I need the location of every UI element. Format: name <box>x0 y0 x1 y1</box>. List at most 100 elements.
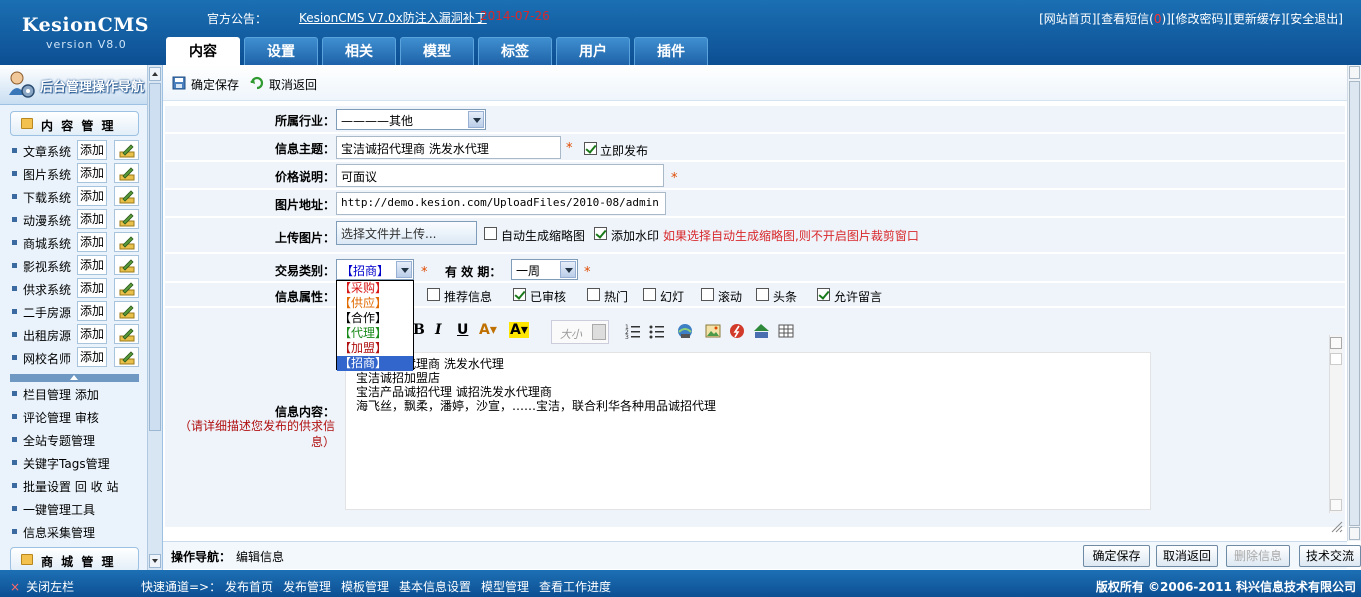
add-button[interactable]: 添加 <box>77 232 107 252</box>
add-button[interactable]: 添加 <box>77 301 107 321</box>
sidebar-item[interactable]: 供求系统 添加 <box>10 278 140 299</box>
attribute-checkbox[interactable] <box>756 288 769 301</box>
scroll-up-button[interactable] <box>1349 66 1360 79</box>
sidebar-item[interactable]: 文章系统 添加 <box>10 140 140 161</box>
editor-scrollbar[interactable] <box>1329 335 1343 513</box>
trade-option[interactable]: 【采购】 <box>337 281 413 296</box>
unordered-list-icon[interactable] <box>649 323 665 339</box>
scroll-down-button[interactable] <box>1349 527 1360 540</box>
scroll-up-button[interactable] <box>149 67 161 81</box>
announcement-link[interactable]: KesionCMS V7.0x防注入漏洞补丁 <box>299 9 487 26</box>
section-content-management[interactable]: 内 容 管 理 <box>10 111 139 136</box>
sidebar-item[interactable]: 出租房源 添加 <box>10 324 140 345</box>
add-button[interactable]: 添加 <box>77 255 107 275</box>
italic-button[interactable]: I <box>435 322 442 338</box>
quick-link[interactable]: 查看工作进度 <box>539 580 611 594</box>
subject-input[interactable]: 宝洁诚招代理商 洗发水代理 <box>336 136 561 159</box>
bottom-save-button[interactable]: 确定保存 <box>1083 545 1150 567</box>
media-icon[interactable] <box>753 323 770 339</box>
price-input[interactable]: 可面议 <box>336 164 664 187</box>
resize-handle-icon[interactable] <box>1329 519 1343 533</box>
add-button[interactable]: 添加 <box>77 209 107 229</box>
sidebar-item[interactable]: 影视系统 添加 <box>10 255 140 276</box>
edit-button[interactable] <box>114 347 139 367</box>
publish-now-checkbox[interactable] <box>584 142 597 155</box>
add-button[interactable]: 添加 <box>77 278 107 298</box>
section-shop-management[interactable]: 商 城 管 理 <box>10 547 139 572</box>
edit-button[interactable] <box>114 255 139 275</box>
quick-link[interactable]: 发布首页 <box>225 580 273 594</box>
scroll-thumb[interactable] <box>1349 81 1360 526</box>
image-url-input[interactable]: http://demo.kesion.com/UploadFiles/2010-… <box>336 192 666 215</box>
sidebar-item[interactable]: 动漫系统 添加 <box>10 209 140 230</box>
delete-info-button[interactable]: 删除信息 <box>1226 545 1290 567</box>
sidebar-item[interactable]: 二手房源 添加 <box>10 301 140 322</box>
trade-option[interactable]: 【招商】 <box>337 356 413 371</box>
trade-option[interactable]: 【代理】 <box>337 326 413 341</box>
upload-button[interactable]: 选择文件并上传... <box>336 221 477 245</box>
tab-labels[interactable]: 标签 <box>478 37 552 65</box>
quick-link[interactable]: 模板管理 <box>341 580 389 594</box>
quick-link[interactable]: 基本信息设置 <box>399 580 471 594</box>
attribute-checkbox[interactable] <box>427 288 440 301</box>
scroll-thumb[interactable] <box>1330 353 1342 365</box>
attribute-checkbox[interactable] <box>513 288 526 301</box>
trade-option[interactable]: 【供应】 <box>337 296 413 311</box>
trade-option[interactable]: 【加盟】 <box>337 341 413 356</box>
watermark-checkbox[interactable] <box>594 227 607 240</box>
add-button[interactable]: 添加 <box>77 163 107 183</box>
bottom-cancel-button[interactable]: 取消返回 <box>1156 545 1218 567</box>
edit-button[interactable] <box>114 324 139 344</box>
tab-settings[interactable]: 设置 <box>244 37 318 65</box>
tab-users[interactable]: 用户 <box>556 37 630 65</box>
font-color-button[interactable]: A▾ <box>479 322 497 338</box>
add-button[interactable]: 添加 <box>77 324 107 344</box>
link-site-home[interactable]: [网站首页] <box>1039 12 1096 26</box>
flash-icon[interactable] <box>729 323 745 339</box>
add-button[interactable]: 添加 <box>77 347 107 367</box>
trade-type-select[interactable]: 【招商】 <box>336 259 414 280</box>
highlight-button[interactable]: A▾ <box>509 322 529 338</box>
sidebar-scrollbar[interactable] <box>147 65 162 570</box>
scroll-down-button[interactable] <box>149 554 161 568</box>
edit-button[interactable] <box>114 140 139 160</box>
attribute-checkbox[interactable] <box>817 288 830 301</box>
close-left-panel-button[interactable]: × 关闭左栏 <box>10 578 74 595</box>
tech-support-button[interactable]: 技术交流 <box>1299 545 1361 567</box>
tab-content[interactable]: 内容 <box>166 37 240 66</box>
link-update-cache[interactable]: [更新缓存] <box>1228 12 1285 26</box>
scroll-down-button[interactable] <box>1330 499 1342 511</box>
add-button[interactable]: 添加 <box>77 140 107 160</box>
sidebar-item[interactable]: 下载系统 添加 <box>10 186 140 207</box>
edit-button[interactable] <box>114 232 139 252</box>
sidebar-item[interactable]: 图片系统 添加 <box>10 163 140 184</box>
content-editor[interactable]: 宝洁诚招代理商 洗发水代理 宝洁诚招加盟店 宝洁产品诚招代理 诚招洗发水代理商 海飞丝… <box>345 352 1151 510</box>
image-icon[interactable] <box>705 323 721 339</box>
sidebar-item[interactable]: 商城系统 添加 <box>10 232 140 253</box>
quick-link[interactable]: 模型管理 <box>481 580 529 594</box>
quick-link[interactable]: 发布管理 <box>283 580 331 594</box>
bold-button[interactable]: B <box>413 322 425 338</box>
link-messages[interactable]: [查看短信(0)] <box>1096 12 1170 26</box>
trade-option[interactable]: 【合作】 <box>337 311 413 326</box>
sidebar-collapse-bar[interactable] <box>10 374 139 382</box>
link-change-password[interactable]: [修改密码] <box>1171 12 1228 26</box>
link-logout[interactable]: [安全退出] <box>1286 12 1343 26</box>
underline-button[interactable]: U <box>457 322 468 338</box>
attribute-checkbox[interactable] <box>587 288 600 301</box>
tab-plugins[interactable]: 插件 <box>634 37 708 65</box>
attribute-checkbox[interactable] <box>701 288 714 301</box>
edit-button[interactable] <box>114 209 139 229</box>
edit-button[interactable] <box>114 163 139 183</box>
main-scrollbar[interactable] <box>1347 65 1361 541</box>
edit-button[interactable] <box>114 278 139 298</box>
valid-period-select[interactable]: 一周 <box>511 259 578 280</box>
add-button[interactable]: 添加 <box>77 186 107 206</box>
scroll-thumb[interactable] <box>149 83 161 431</box>
attribute-checkbox[interactable] <box>643 288 656 301</box>
industry-select[interactable]: ————其他 <box>336 109 486 130</box>
edit-button[interactable] <box>114 301 139 321</box>
tab-related[interactable]: 相关 <box>322 37 396 65</box>
sidebar-item[interactable]: 网校名师 添加 <box>10 347 140 368</box>
tab-models[interactable]: 模型 <box>400 37 474 65</box>
